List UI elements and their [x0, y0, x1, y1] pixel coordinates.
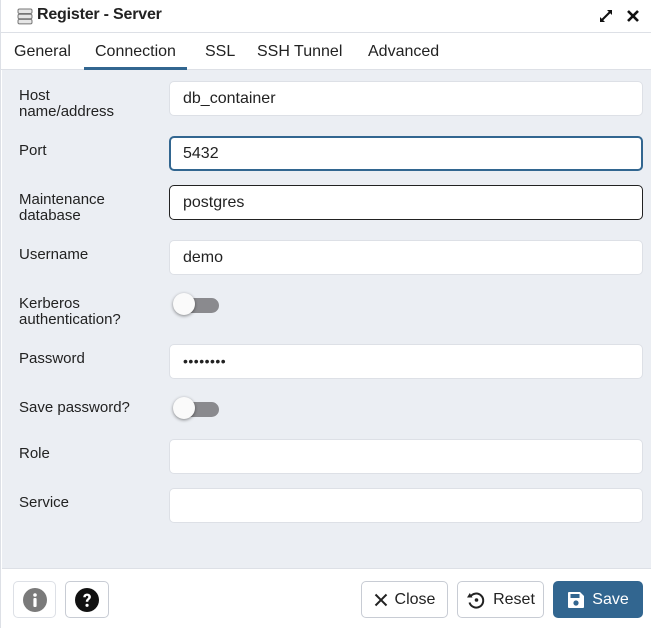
save-password-label: Save password?	[19, 399, 130, 416]
username-label: Username	[19, 246, 89, 263]
tab-general[interactable]: General	[3, 34, 82, 70]
password-label: Password	[19, 350, 85, 367]
help-icon	[75, 587, 99, 612]
host-label-line2: name/address	[19, 103, 115, 120]
host-input[interactable]: db_container	[169, 81, 643, 116]
role-label: Role	[19, 445, 50, 462]
dialog-footer: Close Reset Save	[1, 570, 651, 628]
connection-form: Host name/address db_container Port 5432…	[2, 70, 651, 569]
port-label: Port	[19, 142, 47, 159]
dialog-titlebar[interactable]: Register - Server	[1, 0, 651, 33]
tab-advanced[interactable]: Advanced	[357, 34, 450, 70]
info-button[interactable]	[13, 581, 56, 618]
close-icon	[627, 10, 639, 22]
help-button[interactable]	[65, 581, 109, 618]
tab-ssh-tunnel[interactable]: SSH Tunnel	[246, 34, 353, 70]
server-icon	[17, 8, 33, 25]
close-button[interactable]: Close	[361, 581, 448, 618]
dialog-title: Register - Server	[37, 6, 162, 23]
info-icon	[22, 587, 47, 612]
host-label: Host name/address	[19, 88, 114, 120]
save-icon	[568, 591, 585, 608]
maintenance-db-label-line2: database	[19, 207, 81, 224]
save-button[interactable]: Save	[553, 581, 643, 618]
password-input[interactable]: ••••••••	[169, 344, 643, 379]
username-input[interactable]: demo	[169, 240, 643, 275]
tab-connection[interactable]: Connection	[84, 34, 187, 70]
save-button-label: Save	[592, 590, 629, 608]
maintenance-db-input[interactable]: postgres	[169, 185, 643, 220]
role-input[interactable]	[169, 439, 643, 474]
register-server-dialog: Register - Server General Connection SSL…	[0, 0, 651, 628]
maintenance-db-label-line1: Maintenance	[19, 191, 105, 208]
kerberos-label-line1: Kerberos	[19, 295, 80, 312]
kerberos-toggle[interactable]	[173, 292, 219, 318]
tab-bar: General Connection SSL SSH Tunnel Advanc…	[1, 34, 651, 70]
kerberos-label: Kerberos authentication?	[19, 296, 121, 328]
tab-ssl[interactable]: SSL	[194, 34, 246, 70]
reset-button[interactable]: Reset	[457, 581, 544, 618]
host-label-line1: Host	[19, 87, 50, 104]
close-button-label: Close	[394, 590, 436, 608]
reset-icon	[467, 592, 485, 609]
expand-icon	[600, 10, 612, 22]
close-dialog-button[interactable]	[623, 6, 643, 26]
service-label: Service	[19, 494, 70, 511]
maintenance-db-label: Maintenance database	[19, 192, 105, 224]
service-input[interactable]	[169, 488, 643, 523]
kerberos-label-line2: authentication?	[19, 311, 121, 328]
save-password-toggle[interactable]	[173, 396, 219, 422]
toggle-thumb	[173, 293, 195, 315]
expand-button[interactable]	[596, 6, 616, 26]
close-icon	[374, 593, 387, 606]
reset-button-label: Reset	[493, 590, 535, 608]
toggle-thumb	[173, 397, 195, 419]
port-input[interactable]: 5432	[169, 136, 643, 171]
